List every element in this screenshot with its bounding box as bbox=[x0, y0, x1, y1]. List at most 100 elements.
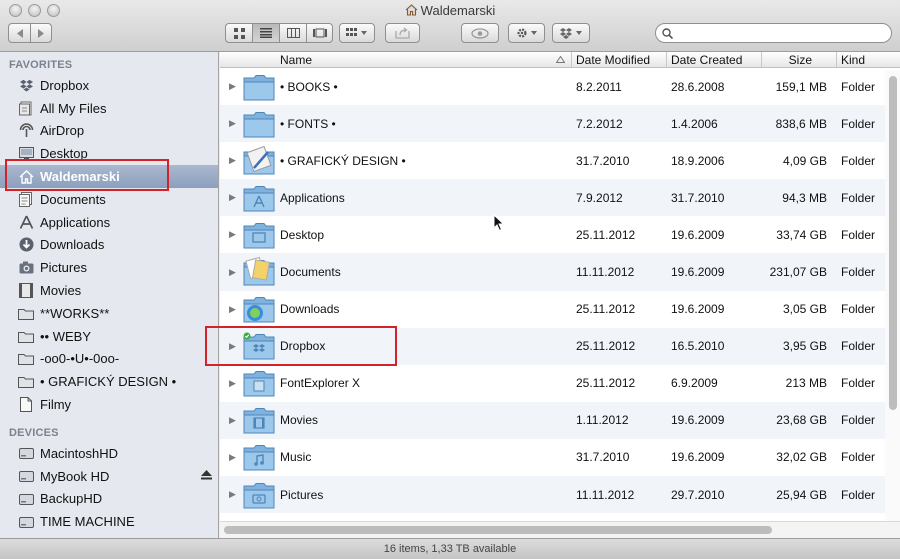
column-header-kind[interactable]: Kind bbox=[837, 52, 900, 67]
sidebar-item-airdrop[interactable]: AirDrop bbox=[0, 120, 218, 143]
folder-icon bbox=[18, 351, 34, 367]
icon-view-button[interactable] bbox=[225, 23, 252, 43]
horizontal-scroll-thumb[interactable] bbox=[224, 526, 772, 534]
sidebar-item-movies[interactable]: Movies bbox=[0, 279, 218, 302]
file-row-books[interactable]: ▶ • BOOKS • 8.2.2011 28.6.2008 159,1 MB Folde… bbox=[220, 68, 900, 105]
file-name: Desktop bbox=[280, 227, 325, 242]
file-date-modified: 25.11.2012 bbox=[576, 339, 636, 354]
dropbox-icon bbox=[560, 28, 582, 39]
file-row-fonts[interactable]: ▶ • FONTS • 7.2.2012 1.4.2006 838,6 MB Folder bbox=[220, 105, 900, 143]
file-name: Applications bbox=[280, 190, 345, 205]
file-row-pictures[interactable]: ▶ Pictures 11.11.2012 29.7.2010 25,94 GB Fold… bbox=[220, 476, 900, 514]
eject-icon[interactable] bbox=[201, 469, 212, 483]
file-date-created: 19.6.2009 bbox=[671, 413, 725, 428]
sidebar-item-downloads[interactable]: Downloads bbox=[0, 234, 218, 257]
sidebar-item-macintoshhd[interactable]: MacintoshHD bbox=[0, 442, 218, 465]
disclosure-triangle-icon[interactable]: ▶ bbox=[220, 452, 242, 463]
search-field[interactable] bbox=[655, 23, 892, 43]
file-row-grafick-design[interactable]: ▶ • GRAFICKÝ DESIGN • 31.7.2010 18.9.2006 4,… bbox=[220, 142, 900, 179]
documents-icon bbox=[18, 191, 34, 207]
back-button[interactable] bbox=[8, 23, 30, 43]
sidebar-item-filmy[interactable]: Filmy bbox=[0, 393, 218, 416]
downloads-folder-icon bbox=[242, 294, 276, 324]
column-header-name[interactable]: Name bbox=[220, 52, 572, 67]
file-rows: ▶ • BOOKS • 8.2.2011 28.6.2008 159,1 MB Folde… bbox=[220, 68, 900, 514]
disclosure-triangle-icon[interactable]: ▶ bbox=[220, 81, 242, 92]
disclosure-triangle-icon[interactable]: ▶ bbox=[220, 118, 242, 129]
coverflow-view-button[interactable] bbox=[306, 23, 333, 43]
disclosure-triangle-icon[interactable]: ▶ bbox=[220, 229, 242, 240]
file-row-applications[interactable]: ▶ Applications 7.9.2012 31.7.2010 94,3 MB Fol… bbox=[220, 179, 900, 217]
disclosure-triangle-icon[interactable]: ▶ bbox=[220, 267, 242, 278]
disclosure-triangle-icon[interactable]: ▶ bbox=[220, 155, 242, 166]
list-view-button[interactable] bbox=[252, 23, 279, 43]
file-date-created: 19.6.2009 bbox=[671, 265, 725, 280]
status-bar: 16 items, 1,33 TB available bbox=[0, 538, 900, 559]
folder-icon bbox=[18, 305, 34, 321]
search-input[interactable] bbox=[677, 26, 887, 40]
column-view-button[interactable] bbox=[279, 23, 306, 43]
dropbox-menu-button[interactable] bbox=[552, 23, 590, 43]
disclosure-triangle-icon[interactable]: ▶ bbox=[220, 415, 242, 426]
share-button[interactable] bbox=[385, 23, 420, 43]
quick-look-button[interactable] bbox=[461, 23, 499, 43]
file-date-modified: 25.11.2012 bbox=[576, 376, 636, 391]
sidebar-item-graficky-design[interactable]: • GRAFICKÝ DESIGN • bbox=[0, 370, 218, 393]
sidebar-item-label: -oo0-•U•-0oo- bbox=[40, 351, 120, 367]
sidebar-item-weby[interactable]: •• WEBY bbox=[0, 325, 218, 348]
disclosure-triangle-icon[interactable]: ▶ bbox=[220, 192, 242, 203]
arrange-icon bbox=[346, 28, 367, 36]
sidebar-item-backuphd[interactable]: BackupHD bbox=[0, 488, 218, 511]
vertical-scrollbar[interactable] bbox=[885, 70, 900, 521]
arrange-button[interactable] bbox=[339, 23, 375, 43]
sidebar-item-oo0-u-0oo[interactable]: -oo0-•U•-0oo- bbox=[0, 348, 218, 371]
sidebar-item-works[interactable]: **WORKS** bbox=[0, 302, 218, 325]
file-date-modified: 25.11.2012 bbox=[576, 302, 636, 317]
window-title: Waldemarski bbox=[420, 3, 496, 18]
sidebar-item-pictures[interactable]: Pictures bbox=[0, 256, 218, 279]
folder-icon bbox=[242, 72, 276, 102]
file-row-downloads[interactable]: ▶ Downloads 25.11.2012 19.6.2009 3,05 GB Fold… bbox=[220, 291, 900, 328]
icon-view-icon bbox=[233, 27, 245, 39]
sidebar-item-label: Applications bbox=[40, 214, 111, 230]
forward-button[interactable] bbox=[30, 23, 52, 43]
disclosure-triangle-icon[interactable]: ▶ bbox=[220, 378, 242, 389]
sidebar-item-all-my-files[interactable]: All My Files bbox=[0, 97, 218, 120]
pictures-folder-icon bbox=[242, 480, 276, 510]
file-date-created: 19.6.2009 bbox=[671, 302, 725, 317]
vertical-scroll-thumb[interactable] bbox=[889, 76, 897, 410]
action-button[interactable] bbox=[508, 23, 545, 43]
file-size: 4,09 GB bbox=[782, 153, 827, 168]
disclosure-triangle-icon[interactable]: ▶ bbox=[220, 304, 242, 315]
file-row-movies[interactable]: ▶ Movies 1.11.2012 19.6.2009 23,68 GB Folder bbox=[220, 401, 900, 439]
downloads-icon bbox=[18, 237, 34, 253]
sidebar-item-dropbox[interactable]: Dropbox bbox=[0, 74, 218, 97]
file-date-modified: 7.9.2012 bbox=[576, 190, 623, 205]
column-header-created[interactable]: Date Created bbox=[667, 52, 762, 67]
column-header-size[interactable]: Size bbox=[762, 52, 837, 67]
file-date-modified: 25.11.2012 bbox=[576, 227, 636, 242]
sidebar-item-documents[interactable]: Documents bbox=[0, 188, 218, 211]
all-files-icon bbox=[18, 100, 34, 116]
search-icon bbox=[662, 27, 673, 39]
horizontal-scrollbar[interactable] bbox=[220, 521, 900, 538]
file-name: Downloads bbox=[280, 302, 340, 317]
column-header-modified[interactable]: Date Modified bbox=[572, 52, 667, 67]
sidebar-item-applications[interactable]: Applications bbox=[0, 211, 218, 234]
mouse-cursor-icon bbox=[493, 214, 505, 232]
file-row-music[interactable]: ▶ Music 31.7.2010 19.6.2009 32,02 GB Folder bbox=[220, 439, 900, 476]
file-size: 3,05 GB bbox=[782, 302, 827, 317]
movies-folder-icon bbox=[242, 405, 276, 435]
disclosure-triangle-icon[interactable]: ▶ bbox=[220, 489, 242, 500]
sidebar-item-mybook-hd[interactable]: MyBook HD bbox=[0, 465, 218, 488]
file-row-fontexplorer-x[interactable]: ▶ FontExplorer X 25.11.2012 6.9.2009 213 MB F… bbox=[220, 365, 900, 402]
design-folder-icon bbox=[242, 145, 276, 176]
file-date-created: 18.9.2006 bbox=[671, 153, 725, 168]
file-row-desktop[interactable]: ▶ Desktop 25.11.2012 19.6.2009 33,74 GB Folde… bbox=[220, 216, 900, 253]
file-row-documents[interactable]: ▶ Documents 11.11.2012 19.6.2009 231,07 GB Fo… bbox=[220, 253, 900, 291]
sidebar-item-label: MyBook HD bbox=[40, 468, 110, 484]
file-name-cell: ▶ Applications bbox=[220, 183, 572, 213]
sidebar-item-label: **WORKS** bbox=[40, 305, 110, 321]
file-name-cell: ▶ FontExplorer X bbox=[220, 368, 572, 398]
sidebar-item-time-machine[interactable]: TIME MACHINE bbox=[0, 510, 218, 533]
